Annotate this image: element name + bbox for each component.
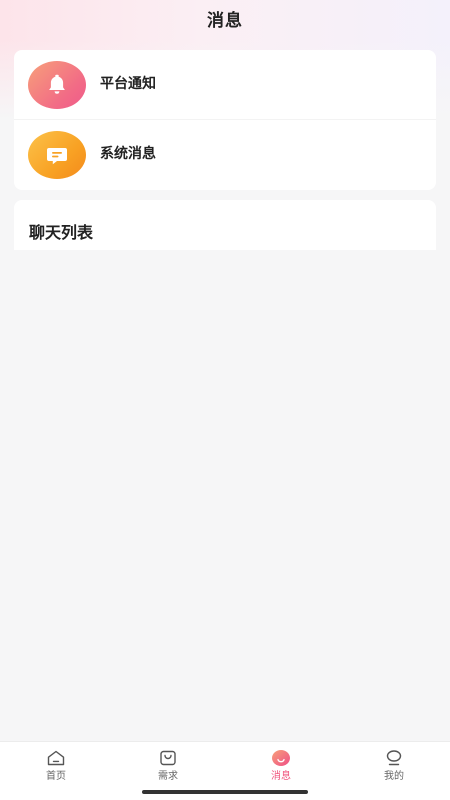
system-message-row[interactable]: 系统消息 [14, 120, 436, 190]
bag-icon [160, 750, 176, 766]
tab-home-label: 首页 [46, 771, 66, 782]
tab-home[interactable]: 首页 [0, 742, 112, 782]
page-title: 消息 [207, 10, 243, 31]
tab-messages[interactable]: 消息 [225, 742, 337, 782]
messages-page: 消息 平台通知 系统消息 聊天列表 首页 需求 消息 我的 [0, 0, 450, 800]
home-indicator [142, 790, 308, 794]
tab-mine-label: 我的 [384, 771, 404, 782]
platform-notice-row[interactable]: 平台通知 [14, 50, 436, 120]
message-icon [28, 131, 86, 179]
message-bubble-icon [272, 750, 290, 766]
profile-icon [386, 750, 402, 766]
header: 消息 [0, 0, 450, 36]
system-message-label: 系统消息 [100, 146, 156, 162]
home-icon [47, 750, 65, 766]
tab-demand[interactable]: 需求 [112, 742, 224, 782]
bell-icon [28, 61, 86, 109]
platform-notice-label: 平台通知 [100, 76, 156, 92]
chat-list-section: 聊天列表 [14, 200, 436, 250]
notice-card: 平台通知 系统消息 [14, 50, 436, 190]
tab-mine[interactable]: 我的 [338, 742, 450, 782]
chat-list-title: 聊天列表 [29, 223, 94, 242]
tab-messages-label: 消息 [271, 771, 291, 782]
tab-demand-label: 需求 [158, 771, 178, 782]
